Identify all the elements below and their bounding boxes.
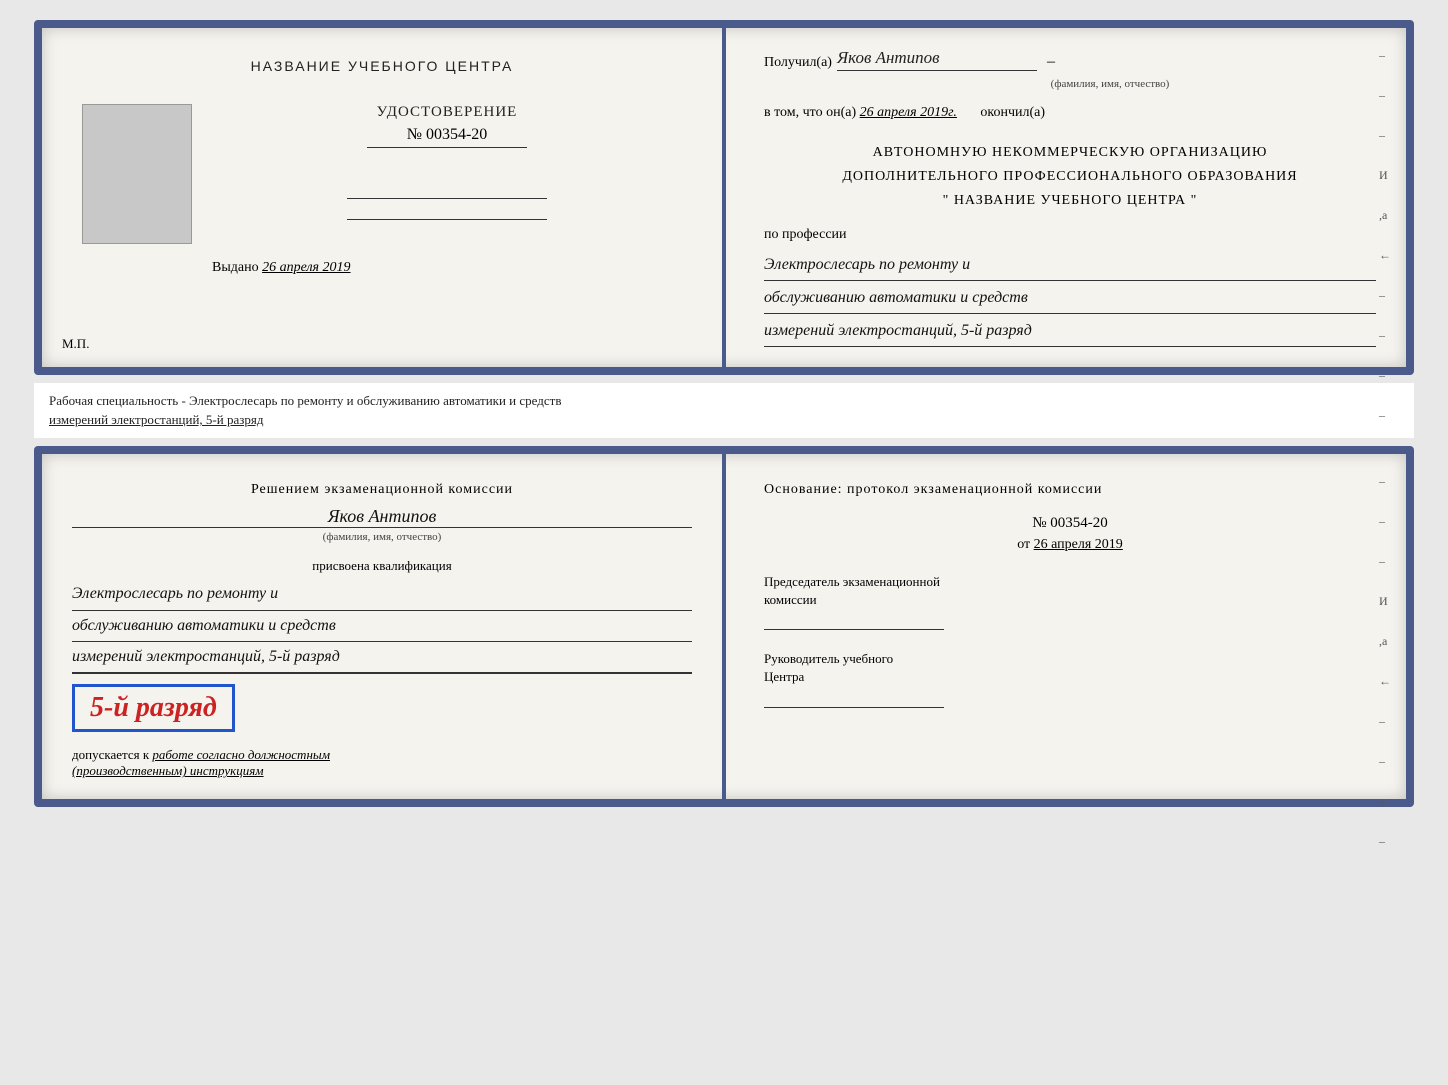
director-signature-line	[764, 707, 944, 708]
qualification-label: присвоена квалификация	[72, 558, 692, 574]
chairman-signature-line	[764, 629, 944, 630]
specialty-text-block: Рабочая специальность - Электрослесарь п…	[34, 383, 1414, 438]
specialty-line2: измерений электростанций, 5-й разряд	[49, 410, 1399, 430]
recipient-line: Получил(а) Яков Антипов –	[764, 48, 1376, 71]
issued-date: 26 апреля 2019	[262, 260, 350, 275]
in-that-label: в том, что он(а)	[764, 105, 856, 120]
page-wrapper: НАЗВАНИЕ УЧЕБНОГО ЦЕНТРА УДОСТОВЕРЕНИЕ №…	[20, 20, 1428, 807]
org-line2: ДОПОЛНИТЕЛЬНОГО ПРОФЕССИОНАЛЬНОГО ОБРАЗО…	[764, 165, 1376, 189]
recipient-name: Яков Антипов	[837, 48, 1037, 71]
photo-placeholder	[82, 104, 192, 244]
chairman-block: Председатель экзаменационной комиссии	[764, 573, 1376, 630]
qual-text: Электрослесарь по ремонту и обслуживанию…	[72, 579, 692, 674]
protocol-number: № 00354-20	[764, 515, 1376, 532]
fio-subtitle: (фамилия, имя, отчество)	[72, 531, 692, 543]
decision-title: Решением экзаменационной комиссии	[72, 479, 692, 501]
cert-number: № 00354-20	[367, 126, 527, 148]
org-line3: " НАЗВАНИЕ УЧЕБНОГО ЦЕНТРА "	[764, 189, 1376, 213]
prof-line-2: обслуживанию автоматики и средств	[764, 284, 1376, 314]
allowed-italic2: (производственным) инструкциям	[72, 763, 264, 778]
person-name: Яков Антипов	[72, 506, 692, 528]
chairman-title: Председатель экзаменационной комиссии	[764, 573, 1376, 609]
recipient-subtitle: (фамилия, имя, отчество)	[844, 78, 1376, 90]
director-title: Руководитель учебного Центра	[764, 650, 1376, 686]
director-block: Руководитель учебного Центра	[764, 650, 1376, 707]
cert-title: УДОСТОВЕРЕНИЕ	[377, 104, 518, 121]
director-title-line2: Центра	[764, 668, 1376, 686]
qual-line3: измерений электростанций, 5-й разряд	[72, 642, 692, 673]
bottom-right-page: Основание: протокол экзаменационной коми…	[724, 454, 1406, 800]
top-diploma-book: НАЗВАНИЕ УЧЕБНОГО ЦЕНТРА УДОСТОВЕРЕНИЕ №…	[34, 20, 1414, 375]
profession-label: по профессии	[764, 227, 1376, 243]
org-line1: АВТОНОМНУЮ НЕКОММЕРЧЕСКУЮ ОРГАНИЗАЦИЮ	[764, 141, 1376, 165]
cert-issued: Выдано 26 апреля 2019	[212, 260, 351, 276]
top-right-page: Получил(а) Яков Антипов – (фамилия, имя,…	[724, 28, 1406, 367]
in-that-line: в том, что он(а) 26 апреля 2019г. окончи…	[764, 105, 1376, 121]
prof-line-1: Электрослесарь по ремонту и	[764, 251, 1376, 281]
bottom-left-page: Решением экзаменационной комиссии Яков А…	[42, 454, 724, 800]
director-title-line1: Руководитель учебного	[764, 650, 1376, 668]
in-that-date: 26 апреля 2019г.	[860, 105, 957, 120]
top-left-title: НАЗВАНИЕ УЧЕБНОГО ЦЕНТРА	[251, 58, 514, 74]
allowed-label: допускается к	[72, 747, 149, 762]
qual-line1: Электрослесарь по ремонту и	[72, 579, 692, 610]
profession-text: Электрослесарь по ремонту и обслуживанию…	[764, 248, 1376, 346]
protocol-date-value: 26 апреля 2019	[1034, 537, 1123, 552]
grade-text: 5-й разряд	[90, 692, 217, 723]
bottom-diploma-book: Решением экзаменационной комиссии Яков А…	[34, 446, 1414, 808]
protocol-number-text: № 00354-20	[1032, 515, 1108, 531]
chairman-title-line1: Председатель экзаменационной	[764, 573, 1376, 591]
mp-label: М.П.	[62, 336, 89, 352]
finished-label: окончил(а)	[980, 105, 1045, 120]
protocol-date: от 26 апреля 2019	[764, 537, 1376, 553]
right-side-dashes: – – – И ,а ← – – – –	[1379, 48, 1391, 423]
bottom-right-side-dashes: – – – И ,а ← – – – –	[1379, 474, 1391, 849]
org-block: АВТОНОМНУЮ НЕКОММЕРЧЕСКУЮ ОРГАНИЗАЦИЮ ДО…	[764, 141, 1376, 212]
allowed-italic: работе согласно должностным	[152, 747, 330, 762]
dash-after-name: –	[1047, 53, 1055, 71]
cert-line-1	[347, 198, 547, 199]
prof-line-3: измерений электростанций, 5-й разряд	[764, 317, 1376, 347]
chairman-title-line2: комиссии	[764, 591, 1376, 609]
issued-label: Выдано	[212, 260, 259, 275]
basis-title: Основание: протокол экзаменационной коми…	[764, 479, 1376, 500]
recipient-label: Получил(а)	[764, 55, 832, 71]
protocol-date-prefix: от	[1017, 537, 1030, 552]
cert-line-2	[347, 219, 547, 220]
top-left-page: НАЗВАНИЕ УЧЕБНОГО ЦЕНТРА УДОСТОВЕРЕНИЕ №…	[42, 28, 724, 367]
qual-line2: обслуживанию автоматики и средств	[72, 611, 692, 642]
cert-content: УДОСТОВЕРЕНИЕ № 00354-20 Выдано 26 апрел…	[82, 104, 682, 276]
cert-main: УДОСТОВЕРЕНИЕ № 00354-20 Выдано 26 апрел…	[212, 104, 682, 276]
grade-box: 5-й разряд	[72, 684, 235, 732]
specialty-line1: Рабочая специальность - Электрослесарь п…	[49, 391, 1399, 411]
allowed-text: допускается к работе согласно должностны…	[72, 747, 692, 779]
